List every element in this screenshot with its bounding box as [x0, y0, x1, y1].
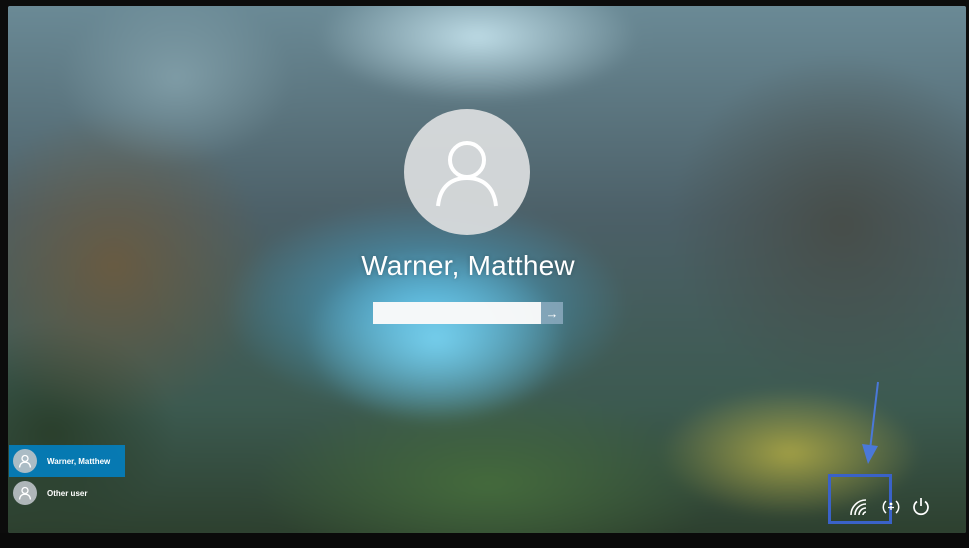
monitor-bottom-edge [0, 533, 969, 548]
user-name-heading: Warner, Matthew [361, 250, 575, 281]
annotation-arrow [862, 381, 879, 464]
network-icon[interactable] [848, 496, 870, 518]
password-box: → [373, 302, 563, 324]
lock-screen: Warner, Matthew → Warner, Matthew Other … [8, 6, 966, 533]
password-input[interactable] [373, 302, 541, 324]
user-list: Warner, Matthew Other user [9, 445, 125, 509]
user-entry-label: Warner, Matthew [47, 456, 111, 466]
user-icon [13, 449, 37, 473]
user-entry-label: Other user [47, 488, 88, 498]
user-silhouette-icon [436, 141, 498, 207]
user-avatar [404, 109, 530, 235]
power-icon[interactable] [910, 495, 932, 517]
submit-button[interactable]: → [541, 302, 563, 324]
user-entry-other-user[interactable]: Other user [9, 477, 125, 509]
ease-of-access-icon[interactable] [880, 497, 902, 517]
user-icon [13, 481, 37, 505]
user-entry-warner-matthew[interactable]: Warner, Matthew [9, 445, 125, 477]
arrow-right-icon: → [545, 305, 559, 321]
